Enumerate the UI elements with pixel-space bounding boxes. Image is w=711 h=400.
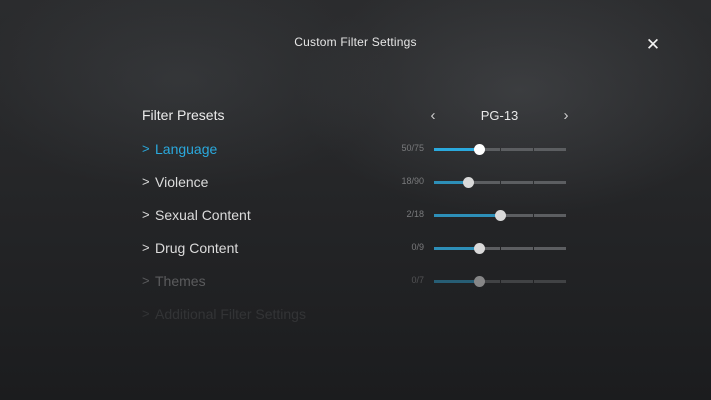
slider-segment bbox=[534, 181, 566, 184]
filter-slider[interactable] bbox=[434, 144, 566, 155]
filter-row-violence[interactable]: > Violence 18/90 bbox=[142, 171, 572, 193]
filter-label[interactable]: Sexual Content bbox=[155, 204, 251, 226]
slider-knob[interactable] bbox=[474, 144, 485, 155]
page-title: Custom Filter Settings bbox=[294, 35, 417, 49]
chevron-right-icon: > bbox=[142, 174, 150, 189]
slider-segment bbox=[534, 148, 566, 151]
slider-segment bbox=[501, 148, 533, 151]
slider-segment bbox=[501, 280, 533, 283]
chevron-right-icon: > bbox=[142, 207, 150, 222]
slider-segment bbox=[534, 280, 566, 283]
chevron-right-icon: > bbox=[142, 141, 150, 156]
filter-row-drug-content[interactable]: > Drug Content 0/9 bbox=[142, 237, 572, 259]
chevron-right-icon: > bbox=[142, 273, 150, 288]
slider-fill bbox=[434, 280, 479, 283]
filter-label[interactable]: Themes bbox=[155, 270, 206, 292]
chevron-right-icon: > bbox=[142, 306, 150, 321]
filter-count: 2/18 bbox=[406, 209, 424, 219]
filter-slider[interactable] bbox=[434, 276, 566, 287]
filter-row-additional-settings[interactable]: > Additional Filter Settings bbox=[142, 303, 572, 325]
slider-segment bbox=[534, 214, 566, 217]
slider-knob[interactable] bbox=[474, 243, 485, 254]
background bbox=[0, 0, 711, 400]
filter-count: 0/9 bbox=[411, 242, 424, 252]
chevron-left-icon[interactable]: ‹ bbox=[425, 106, 441, 126]
slider-segment bbox=[501, 247, 533, 250]
filter-label[interactable]: Violence bbox=[155, 171, 208, 193]
close-icon[interactable]: ✕ bbox=[644, 36, 662, 54]
filter-label[interactable]: Additional Filter Settings bbox=[155, 303, 306, 325]
slider-fill bbox=[434, 214, 500, 217]
slider-knob[interactable] bbox=[495, 210, 506, 221]
filter-slider[interactable] bbox=[434, 177, 566, 188]
filter-label[interactable]: Language bbox=[155, 138, 217, 160]
slider-fill bbox=[434, 148, 479, 151]
filter-slider[interactable] bbox=[434, 210, 566, 221]
filter-count: 50/75 bbox=[401, 143, 424, 153]
slider-knob[interactable] bbox=[463, 177, 474, 188]
filter-row-themes[interactable]: > Themes 0/7 bbox=[142, 270, 572, 292]
chevron-right-icon[interactable]: › bbox=[558, 106, 574, 126]
filter-row-sexual-content[interactable]: > Sexual Content 2/18 bbox=[142, 204, 572, 226]
slider-fill bbox=[434, 247, 479, 250]
filter-presets-label: Filter Presets bbox=[142, 107, 225, 123]
slider-knob[interactable] bbox=[474, 276, 485, 287]
slider-segment bbox=[501, 181, 533, 184]
preset-value: PG-13 bbox=[480, 108, 519, 123]
filter-label[interactable]: Drug Content bbox=[155, 237, 238, 259]
filter-slider[interactable] bbox=[434, 243, 566, 254]
filter-count: 18/90 bbox=[401, 176, 424, 186]
filter-row-language[interactable]: > Language 50/75 bbox=[142, 138, 572, 160]
preset-selector: ‹ PG-13 › bbox=[425, 106, 575, 126]
filter-count: 0/7 bbox=[411, 275, 424, 285]
slider-segment bbox=[534, 247, 566, 250]
chevron-right-icon: > bbox=[142, 240, 150, 255]
